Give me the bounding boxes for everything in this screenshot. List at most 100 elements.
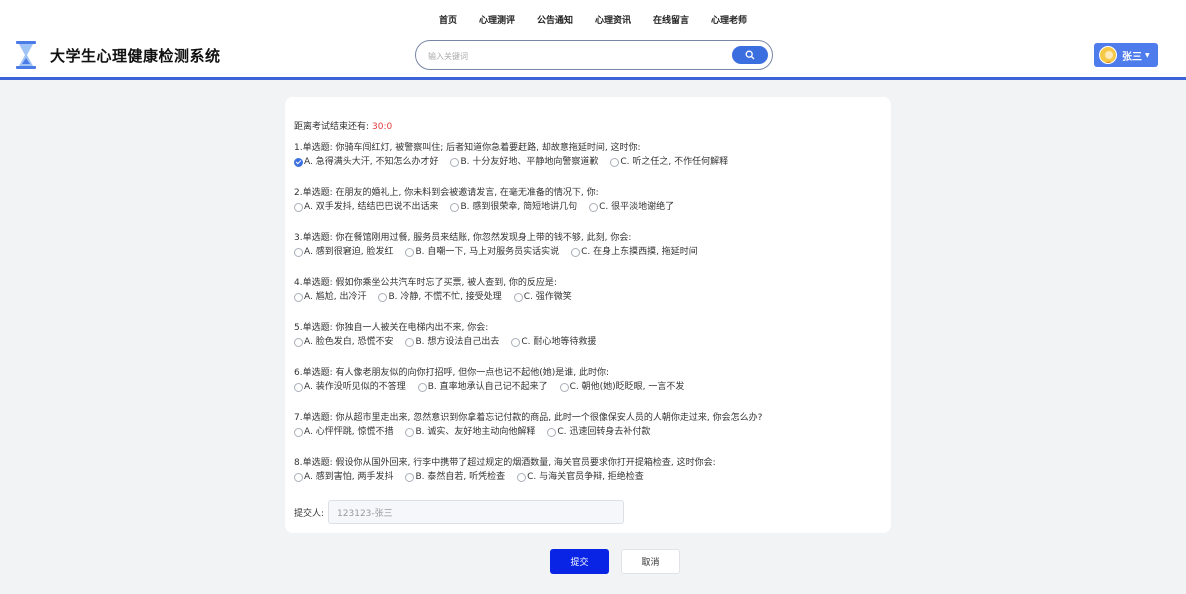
avatar [1099,46,1117,64]
radio-checked[interactable] [294,157,303,167]
radio[interactable] [405,247,415,257]
radio[interactable] [294,202,303,212]
nav-assessment[interactable]: 心理测评 [468,9,526,30]
option-4a[interactable]: A. 尴尬, 出冷汗 [294,291,366,303]
radio[interactable] [294,382,303,392]
option-label: B. 感到很荣幸, 简短地讲几句 [460,202,578,212]
option-3b[interactable]: B. 自嘲一下, 马上对服务员实话实说 [405,246,559,258]
timer-value: 30:0 [372,122,393,132]
option-5a[interactable]: A. 脸色发白, 恐慌不安 [294,336,393,348]
option-3a[interactable]: A. 感到很窘迫, 脸发红 [294,246,393,258]
option-label: C. 在身上东摸西摸, 拖延时间 [581,247,698,257]
search-icon [745,50,755,60]
radio[interactable] [511,337,521,347]
option-label: B. 诚实、友好地主动向他解释 [415,427,536,437]
nav-teacher[interactable]: 心理老师 [700,9,758,30]
question-text: 2.单选题: 在朋友的婚礼上, 你未料到会被邀请发言, 在毫无准备的情况下, 你… [294,188,599,198]
question-text: 5.单选题: 你独自一人被关在电梯内出不来, 你会: [294,323,489,333]
option-5b[interactable]: B. 想方设法自己出去 [405,336,499,348]
option-label: A. 急得满头大汗, 不知怎么办才好 [304,157,439,167]
submitter-input[interactable] [328,500,625,524]
option-2b[interactable]: B. 感到很荣幸, 简短地讲几句 [450,201,577,213]
submit-button[interactable]: 提交 [550,549,609,574]
question-text: 7.单选题: 你从超市里走出来, 忽然意识到你拿着忘记付款的商品, 此时一个很像… [294,413,763,423]
radio[interactable] [405,337,415,347]
radio[interactable] [610,157,620,167]
radio[interactable] [405,472,415,482]
option-3c[interactable]: C. 在身上东摸西摸, 拖延时间 [571,246,698,258]
exam-timer: 距离考试结束还有: 30:0 [294,119,392,132]
option-6b[interactable]: B. 直率地承认自己记不起来了 [417,381,548,393]
option-1c[interactable]: C. 听之任之, 不作任何解释 [610,156,728,168]
option-label: B. 自嘲一下, 马上对服务员实话实说 [415,247,560,257]
option-label: B. 泰然自若, 听凭检查 [415,472,506,482]
radio[interactable] [294,247,303,257]
radio[interactable] [294,427,303,437]
radio[interactable] [450,157,460,167]
exam-card: 距离考试结束还有: 30:0 1.单选题: 你骑车闯红灯, 被警察叫住; 后者知道… [285,97,891,533]
option-6a[interactable]: A. 装作没听见似的不答理 [294,381,406,393]
option-label: A. 感到害怕, 两手发抖 [304,472,394,482]
option-5c[interactable]: C. 耐心地等待救援 [511,336,596,348]
nav-notice[interactable]: 公告通知 [526,9,584,30]
option-label: C. 与海关官员争辩, 拒绝检查 [527,472,644,482]
question-6: 6.单选题: 有人像老朋友似的向你打招呼, 但你一点也记不起他(她)是谁, 此时… [294,367,884,393]
radio[interactable] [294,472,303,482]
option-label: A. 双手发抖, 结结巴巴说不出话来 [304,202,439,212]
timer-label: 距离考试结束还有: [294,122,370,132]
option-label: A. 感到很窘迫, 脸发红 [304,247,394,257]
question-text: 4.单选题: 假如你乘坐公共汽车时忘了买票, 被人查到, 你的反应是: [294,278,557,288]
nav-news[interactable]: 心理资讯 [584,9,642,30]
radio[interactable] [547,427,557,437]
nav-message[interactable]: 在线留言 [642,9,700,30]
option-label: B. 直率地承认自己记不起来了 [427,382,548,392]
option-4c[interactable]: C. 强作微笑 [513,291,572,303]
option-4b[interactable]: B. 冷静, 不慌不忙, 接受处理 [378,291,502,303]
user-menu-button[interactable]: 张三 ▼ [1094,43,1158,67]
radio[interactable] [378,292,388,302]
option-8a[interactable]: A. 感到害怕, 两手发抖 [294,471,393,483]
radio[interactable] [589,202,599,212]
option-label: C. 听之任之, 不作任何解释 [620,157,729,167]
option-label: B. 冷静, 不慌不忙, 接受处理 [388,292,502,302]
question-2: 2.单选题: 在朋友的婚礼上, 你未料到会被邀请发言, 在毫无准备的情况下, 你… [294,187,884,213]
option-6c[interactable]: C. 朝他(她)眨眨眼, 一言不发 [559,381,685,393]
search-button[interactable] [732,46,768,64]
search-input[interactable] [428,47,728,65]
radio[interactable] [450,202,460,212]
radio[interactable] [294,292,303,302]
option-8b[interactable]: B. 泰然自若, 听凭检查 [405,471,505,483]
option-2c[interactable]: C. 很平淡地谢绝了 [589,201,674,213]
radio[interactable] [513,292,523,302]
radio[interactable] [417,382,427,392]
option-2a[interactable]: A. 双手发抖, 结结巴巴说不出话来 [294,201,438,213]
nav-home[interactable]: 首页 [428,9,468,30]
option-label: C. 迅速回转身去补付款 [557,427,651,437]
option-label: C. 强作微笑 [523,292,572,302]
radio[interactable] [559,382,569,392]
option-label: C. 朝他(她)眨眨眼, 一言不发 [569,382,685,392]
option-label: B. 十分友好地、平静地向警察道歉 [460,157,599,167]
site-title: 大学生心理健康检测系统 [50,47,221,65]
question-text: 3.单选题: 你在餐馆刚用过餐, 服务员来结账, 你忽然发现身上带的钱不够, 此… [294,233,632,243]
radio[interactable] [517,472,527,482]
option-8c[interactable]: C. 与海关官员争辩, 拒绝检查 [517,471,644,483]
question-text: 6.单选题: 有人像老朋友似的向你打招呼, 但你一点也记不起他(她)是谁, 此时… [294,368,609,378]
search-box [415,40,773,70]
option-label: A. 脸色发白, 恐慌不安 [304,337,394,347]
option-label: A. 心怦怦跳, 惊慌不措 [304,427,394,437]
question-text: 8.单选题: 假设你从国外回来, 行李中携带了超过规定的烟酒数量, 海关官员要求… [294,458,716,468]
option-7b[interactable]: B. 诚实、友好地主动向他解释 [405,426,535,438]
option-7c[interactable]: C. 迅速回转身去补付款 [547,426,650,438]
option-7a[interactable]: A. 心怦怦跳, 惊慌不措 [294,426,393,438]
radio[interactable] [405,427,415,437]
question-7: 7.单选题: 你从超市里走出来, 忽然意识到你拿着忘记付款的商品, 此时一个很像… [294,412,884,438]
radio[interactable] [571,247,581,257]
option-1a[interactable]: A. 急得满头大汗, 不知怎么办才好 [294,156,438,168]
question-1: 1.单选题: 你骑车闯红灯, 被警察叫住; 后者知道你急着要赶路, 却故意拖延时… [294,142,884,168]
cancel-button[interactable]: 取消 [621,549,680,574]
radio[interactable] [294,337,303,347]
option-label: A. 尴尬, 出冷汗 [304,292,367,302]
submitter-row: 提交人: [294,500,625,524]
option-1b[interactable]: B. 十分友好地、平静地向警察道歉 [450,156,598,168]
